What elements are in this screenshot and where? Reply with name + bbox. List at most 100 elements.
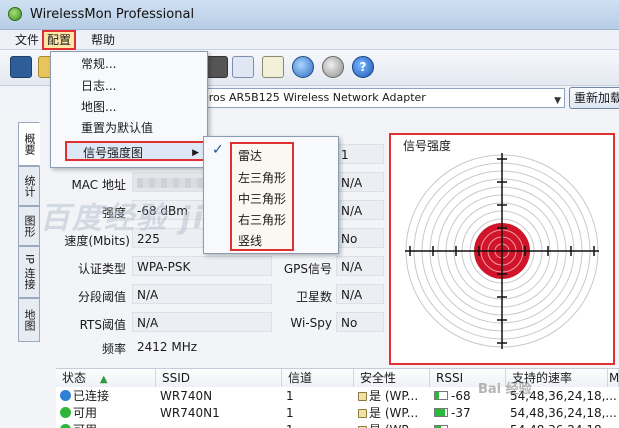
auth-value: WPA-PSK — [132, 256, 272, 276]
row-channel-cell: 1 — [286, 389, 294, 403]
row-ssid-cell — [156, 421, 282, 428]
chat-icon[interactable] — [322, 56, 344, 78]
window-title: WirelessMon Professional — [30, 7, 195, 22]
menu-file[interactable]: 文件 — [12, 32, 42, 48]
row-rssi: -68 — [451, 389, 471, 403]
row-security-cell: 是 (WP... — [354, 421, 430, 428]
networks-table: 状态 ▲ SSID 信道 安全性 RSSI 支持的速率 M 已连接 WR740N 1… — [56, 368, 619, 428]
column-more[interactable]: M — [608, 369, 619, 387]
row-status: 已连接 — [73, 389, 110, 403]
clipboard-icon[interactable] — [262, 56, 284, 78]
submenu-item-center-triangle[interactable]: 中三角形 — [238, 189, 286, 209]
save-icon[interactable] — [10, 56, 32, 78]
rts-threshold-label: RTS阈值 — [79, 318, 126, 332]
row-status: 可用 — [73, 406, 98, 420]
frequency-label: 频率 — [101, 342, 126, 356]
menu-item-map[interactable]: 地图... — [81, 97, 116, 117]
row-channel-cell: 1 — [282, 421, 354, 428]
status-dot-icon — [60, 424, 71, 428]
rssi-bar-icon — [434, 408, 448, 417]
submenu-item-radar[interactable]: 雷达 — [238, 146, 262, 166]
gps-label: GPS信号 — [283, 262, 332, 276]
radar-graph — [405, 153, 599, 349]
reload-button[interactable]: 重新加载 — [569, 87, 619, 109]
row-security: 是 (WP... — [369, 389, 419, 403]
row-rssi-cell — [430, 421, 506, 428]
strength-right-value: N/A — [336, 200, 384, 220]
help-icon[interactable]: ? — [352, 56, 374, 78]
signal-graph-submenu: ✓ 雷达 左三角形 中三角形 右三角形 竖线 — [203, 136, 339, 254]
gps-value: N/A — [336, 256, 384, 276]
frag-threshold-label: 分段阈值 — [77, 290, 126, 304]
channel-value: 1 — [336, 144, 384, 164]
row-rates-cell: 54,48,36,24,18,... — [506, 421, 619, 428]
submenu-item-right-triangle[interactable]: 右三角形 — [238, 210, 286, 230]
menu-item-log[interactable]: 日志... — [81, 76, 116, 96]
row-ssid-cell: WR740N1 — [160, 406, 220, 420]
satellite-value: N/A — [336, 284, 384, 304]
row-rssi-cell: -37 — [430, 404, 506, 422]
menu-item-reset-defaults[interactable]: 重置为默认值 — [81, 118, 153, 138]
config-dropdown: 常规... 日志... 地图... 重置为默认值 信号强度图 ▶ — [50, 51, 208, 168]
satellite-label: 卫星数 — [295, 290, 332, 304]
row-security-cell: 是 (WP... — [354, 387, 430, 405]
row-status-cell: 可用 — [56, 404, 156, 422]
frequency-value: 2412 MHz — [137, 340, 198, 354]
speed-right-value: No — [336, 228, 384, 248]
column-ssid[interactable]: SSID — [156, 369, 282, 387]
column-security[interactable]: 安全性 — [354, 369, 430, 387]
signal-strength-panel: 信号强度 — [389, 133, 615, 365]
lock-icon — [358, 409, 367, 418]
printer-icon[interactable] — [206, 56, 228, 78]
menu-item-signal-graph[interactable]: 信号强度图 ▶ — [65, 141, 207, 161]
app-icon — [8, 7, 22, 21]
submenu-options-box: 雷达 左三角形 中三角形 右三角形 竖线 — [230, 142, 294, 251]
column-status[interactable]: 状态 ▲ — [56, 369, 156, 387]
title-bar: WirelessMon Professional — [0, 0, 619, 30]
menu-item-signal-graph-label: 信号强度图 — [83, 146, 144, 160]
mac-right-value: N/A — [336, 172, 384, 192]
auth-label: 认证类型 — [77, 262, 126, 276]
row-security: 是 (WP... — [369, 406, 419, 420]
tab-ip-connection[interactable]: IP 连接 — [18, 246, 40, 298]
rts-threshold-value: N/A — [132, 312, 272, 332]
lock-icon — [358, 392, 367, 401]
tab-summary[interactable]: 概要 — [18, 122, 40, 166]
wispy-value: No — [336, 312, 384, 332]
adapter-select-value: eros AR5B125 Wireless Network Adapter — [202, 91, 426, 104]
baidu-watermark: Bai 经验 — [478, 382, 532, 397]
menu-bar: 文件 配置 帮助 — [0, 30, 619, 50]
tab-statistics[interactable]: 统计 — [18, 166, 40, 206]
frag-threshold-value: N/A — [132, 284, 272, 304]
column-channel[interactable]: 信道 — [282, 369, 354, 387]
menu-help[interactable]: 帮助 — [88, 32, 118, 48]
menu-config[interactable]: 配置 — [42, 30, 77, 50]
row-rates-cell: 54,48,36,24,18,... — [510, 406, 617, 420]
submenu-item-left-triangle[interactable]: 左三角形 — [238, 168, 286, 188]
chevron-right-icon: ▶ — [192, 148, 199, 158]
sort-up-icon: ▲ — [99, 374, 108, 385]
tab-graph[interactable]: 图形 — [18, 206, 40, 246]
tab-map[interactable]: 地图 — [18, 298, 40, 342]
rssi-bar-icon — [434, 391, 448, 400]
row-status-cell: 可用 — [56, 421, 156, 428]
column-status-label: 状态 — [62, 371, 87, 385]
row-security-cell: 是 (WP... — [354, 404, 430, 422]
row-ssid-cell: WR740N — [160, 389, 213, 403]
mac-label: MAC 地址 — [71, 178, 126, 192]
row-status: 可用 — [73, 423, 97, 428]
status-dot-icon — [60, 390, 71, 401]
wispy-label: Wi-Spy — [290, 316, 332, 330]
row-rssi: -37 — [451, 406, 471, 420]
checkmark-icon: ✓ — [212, 142, 224, 158]
menu-item-general[interactable]: 常规... — [81, 54, 116, 74]
row-channel-cell: 1 — [286, 406, 294, 420]
export-icon[interactable] — [232, 56, 254, 78]
adapter-select[interactable]: eros AR5B125 Wireless Network Adapter ▼ — [195, 88, 565, 108]
chevron-down-icon: ▼ — [554, 96, 561, 106]
row-status-cell: 已连接 — [56, 387, 156, 405]
row-security: 是 (WP... — [369, 423, 418, 428]
globe-icon[interactable] — [292, 56, 314, 78]
status-dot-icon — [60, 407, 71, 418]
submenu-item-vertical-line[interactable]: 竖线 — [238, 231, 262, 251]
